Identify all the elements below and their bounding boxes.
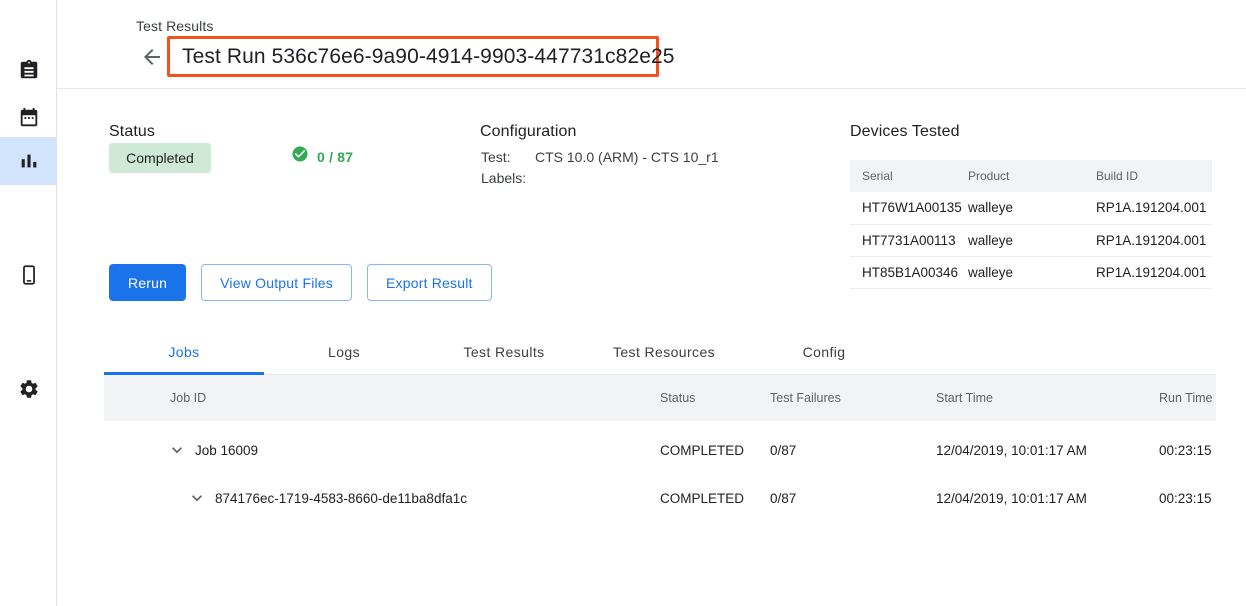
device-product: walleye	[968, 224, 1096, 256]
table-row: HT85B1A00346 walleye RP1A.191204.001	[850, 256, 1212, 288]
run-title-highlight-box: Test Run 536c76e6-9a90-4914-9903-447731c…	[167, 36, 659, 77]
table-row[interactable]: Job 16009 COMPLETED 0/87 12/04/2019, 10:…	[104, 426, 1216, 474]
check-circle-icon	[291, 145, 309, 168]
config-key: Test:	[481, 147, 535, 168]
action-buttons: Rerun View Output Files Export Result	[109, 264, 492, 301]
gear-icon	[18, 378, 40, 400]
test-run-detail-page: Test Results Test Run 536c76e6-9a90-4914…	[0, 0, 1246, 606]
view-output-files-button[interactable]: View Output Files	[201, 264, 352, 301]
export-result-button[interactable]: Export Result	[367, 264, 492, 301]
sidebar-item-schedules[interactable]	[0, 94, 57, 142]
job-test-failures: 0/87	[770, 426, 796, 474]
tab-test-resources[interactable]: Test Resources	[584, 329, 744, 375]
table-row: HT7731A00113 walleye RP1A.191204.001	[850, 224, 1212, 256]
config-key: Labels:	[481, 168, 535, 189]
jobs-table-header: Job ID Status Test Failures Start Time R…	[104, 375, 1216, 421]
tab-config[interactable]: Config	[744, 329, 904, 375]
tab-test-results[interactable]: Test Results	[424, 329, 584, 375]
job-run-time: 00:23:15	[1159, 426, 1212, 474]
calendar-icon	[18, 107, 40, 129]
breadcrumb: Test Results	[136, 18, 213, 34]
sidebar-item-results[interactable]	[0, 137, 57, 185]
sidebar	[0, 0, 57, 606]
back-arrow-button[interactable]	[140, 45, 164, 69]
job-start-time: 12/04/2019, 10:01:17 AM	[936, 426, 1087, 474]
sidebar-item-devices[interactable]	[0, 251, 57, 299]
page-title: Test Run 536c76e6-9a90-4914-9903-447731c…	[170, 45, 675, 69]
attempt-id: 874176ec-1719-4583-8660-de11ba8dfa1c	[215, 474, 467, 522]
jobs-column-run-time: Run Time	[1159, 375, 1213, 421]
job-status: COMPLETED	[660, 426, 744, 474]
status-section-title: Status	[109, 123, 155, 141]
status-badge: Completed	[109, 143, 211, 173]
chevron-down-icon	[167, 440, 187, 460]
attempt-test-failures: 0/87	[770, 474, 796, 522]
configuration-list: Test: CTS 10.0 (ARM) - CTS 10_r1 Labels:	[481, 147, 719, 189]
attempt-run-time: 00:23:15	[1159, 474, 1212, 522]
page-header: Test Results Test Run 536c76e6-9a90-4914…	[57, 0, 1246, 89]
config-row-test: Test: CTS 10.0 (ARM) - CTS 10_r1	[481, 147, 719, 168]
job-id: Job 16009	[195, 426, 258, 474]
arrow-left-icon	[140, 45, 164, 69]
sidebar-item-test-plans[interactable]	[0, 46, 57, 94]
config-row-labels: Labels:	[481, 168, 719, 189]
sidebar-item-settings[interactable]	[0, 365, 57, 413]
device-serial: HT7731A00113	[850, 224, 968, 256]
rerun-button[interactable]: Rerun	[109, 264, 186, 301]
chevron-down-icon	[187, 488, 207, 508]
device-build-id: RP1A.191204.001	[1096, 224, 1212, 256]
jobs-column-status: Status	[660, 375, 695, 421]
device-serial: HT76W1A00135	[850, 192, 968, 224]
table-row: HT76W1A00135 walleye RP1A.191204.001	[850, 192, 1212, 224]
bar-chart-icon	[18, 150, 40, 172]
devices-column-serial: Serial	[850, 160, 968, 192]
config-value: CTS 10.0 (ARM) - CTS 10_r1	[535, 147, 719, 168]
clipboard-icon	[18, 59, 40, 81]
devices-table-header-row: Serial Product Build ID	[850, 160, 1212, 192]
tab-logs[interactable]: Logs	[264, 329, 424, 375]
device-product: walleye	[968, 256, 1096, 288]
devices-section-title: Devices Tested	[850, 123, 960, 141]
table-row[interactable]: 874176ec-1719-4583-8660-de11ba8dfa1c COM…	[104, 474, 1216, 522]
device-build-id: RP1A.191204.001	[1096, 256, 1212, 288]
main-content: Status Completed 0 / 87 Rerun View Outpu…	[57, 89, 1246, 606]
progress-count: 0 / 87	[317, 149, 353, 165]
jobs-column-start-time: Start Time	[936, 375, 993, 421]
attempt-expand-toggle[interactable]	[187, 474, 207, 522]
device-serial: HT85B1A00346	[850, 256, 968, 288]
job-expand-toggle[interactable]	[167, 426, 187, 474]
configuration-section-title: Configuration	[480, 123, 576, 141]
jobs-column-job-id: Job ID	[170, 375, 206, 421]
devices-column-product: Product	[968, 160, 1096, 192]
tab-jobs[interactable]: Jobs	[104, 329, 264, 375]
jobs-column-test-failures: Test Failures	[770, 375, 841, 421]
progress-summary: 0 / 87	[291, 145, 353, 168]
devices-tested-table: Serial Product Build ID HT76W1A00135 wal…	[850, 160, 1212, 289]
phone-icon	[18, 264, 40, 286]
attempt-status: COMPLETED	[660, 474, 744, 522]
device-build-id: RP1A.191204.001	[1096, 192, 1212, 224]
devices-column-build-id: Build ID	[1096, 160, 1212, 192]
tab-bar: Jobs Logs Test Results Test Resources Co…	[104, 329, 1216, 375]
attempt-start-time: 12/04/2019, 10:01:17 AM	[936, 474, 1087, 522]
device-product: walleye	[968, 192, 1096, 224]
